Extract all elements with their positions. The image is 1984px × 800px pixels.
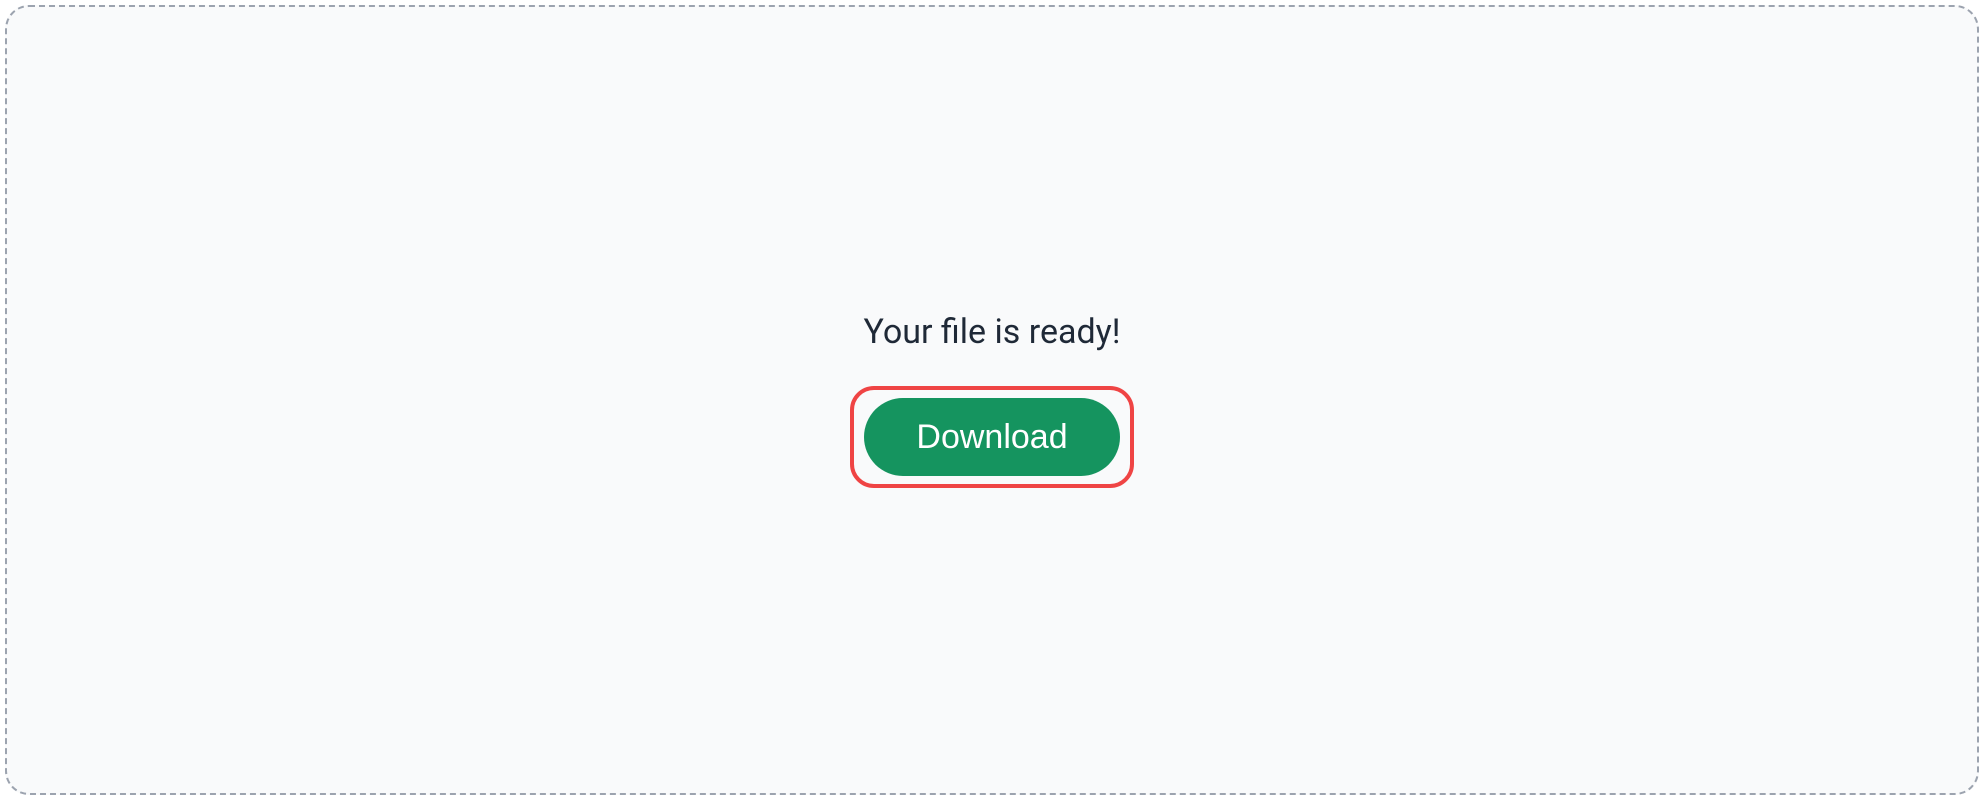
status-message: Your file is ready! [863, 312, 1120, 352]
download-button[interactable]: Download [864, 398, 1119, 476]
main-panel: Your file is ready! Download [5, 5, 1979, 795]
download-highlight: Download [850, 386, 1133, 488]
